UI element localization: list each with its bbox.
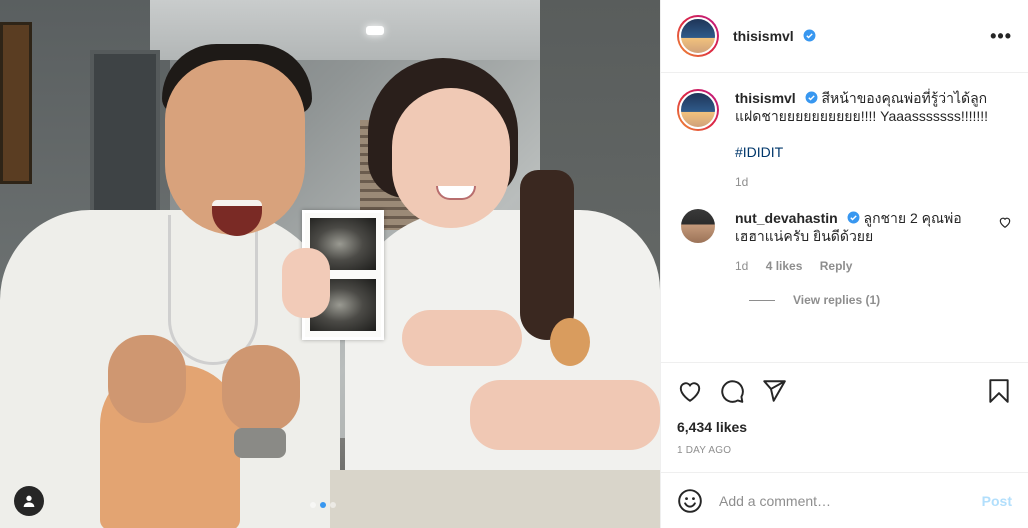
author-username[interactable]: thisismvl: [733, 28, 816, 44]
carousel-dot: [310, 502, 316, 508]
view-replies-label: View replies (1): [793, 293, 881, 307]
heart-icon[interactable]: [998, 215, 1012, 229]
comment-meta: 1d 4 likes Reply: [735, 257, 965, 275]
carousel-dot: [330, 502, 336, 508]
user-tag-icon: [23, 495, 35, 507]
comment-body: nut_devahastin ลูกชาย 2 คุณพ่อเฮฮาแน่ครั…: [735, 209, 965, 275]
verified-icon: [805, 91, 818, 104]
commenter-avatar[interactable]: [681, 209, 715, 243]
post-timestamp[interactable]: 1 DAY AGO: [677, 445, 1012, 456]
replies-divider: [749, 299, 775, 301]
verified-icon: [847, 211, 860, 224]
comments-list: thisismvl สีหน้าของคุณพ่อที่รู้ว่าได้ลูก…: [661, 73, 1028, 362]
comment-item: nut_devahastin ลูกชาย 2 คุณพ่อเฮฮาแน่ครั…: [677, 209, 1012, 275]
hand-holding-scan: [282, 248, 330, 318]
post-header: thisismvl •••: [661, 0, 1028, 73]
action-icons: [677, 375, 1012, 407]
comment-likes[interactable]: 4 likes: [766, 259, 803, 273]
woman-arm: [470, 380, 660, 450]
photo-bg-light: [366, 26, 384, 35]
post-sidebar: thisismvl ••• thisismvl สีหน้าของคุณพ่อท…: [660, 0, 1028, 528]
likes-count[interactable]: 6,434 likes: [677, 419, 1012, 435]
man-fist-left: [108, 335, 186, 423]
comment-time[interactable]: 1d: [735, 259, 748, 273]
comment-composer: Post: [661, 472, 1028, 528]
reply-button[interactable]: Reply: [820, 259, 853, 273]
woman-face: [392, 88, 510, 228]
post-button[interactable]: Post: [982, 493, 1012, 509]
share-icon[interactable]: [761, 378, 787, 404]
woman-legs: [330, 470, 660, 528]
verified-icon: [803, 29, 816, 42]
woman-pointing-hand: [402, 310, 522, 366]
user-tag-button[interactable]: [14, 486, 44, 516]
caption: thisismvl สีหน้าของคุณพ่อที่รู้ว่าได้ลูก…: [677, 89, 1012, 191]
view-replies-button[interactable]: View replies (1): [749, 293, 1012, 307]
more-icon[interactable]: •••: [990, 26, 1012, 47]
caption-avatar[interactable]: [677, 89, 719, 131]
shirt-badge: [550, 318, 590, 366]
heart-icon[interactable]: [677, 378, 703, 404]
carousel-dot: [320, 502, 326, 508]
caption-meta: 1d: [735, 173, 1012, 191]
comment-icon[interactable]: [719, 378, 745, 404]
bookmark-icon[interactable]: [986, 378, 1012, 404]
post-actions: 6,434 likes 1 DAY AGO: [661, 362, 1028, 472]
caption-body: thisismvl สีหน้าของคุณพ่อที่รู้ว่าได้ลูก…: [735, 89, 1012, 191]
post-photo[interactable]: [0, 0, 660, 528]
necklace: [168, 215, 258, 365]
comment-input[interactable]: [719, 492, 982, 509]
author-avatar[interactable]: [677, 15, 719, 57]
caption-username[interactable]: thisismvl: [735, 90, 796, 106]
photo-bg-frame: [0, 22, 32, 184]
man-fist-right: [222, 345, 300, 433]
caption-time[interactable]: 1d: [735, 175, 748, 189]
carousel-indicator: [310, 502, 336, 508]
post-modal: thisismvl ••• thisismvl สีหน้าของคุณพ่อท…: [0, 0, 1028, 528]
watch: [234, 428, 286, 458]
woman-braid: [520, 170, 574, 340]
comment-username[interactable]: nut_devahastin: [735, 210, 838, 226]
emoji-icon[interactable]: [677, 488, 703, 514]
hashtag-link[interactable]: #IDIDIT: [735, 143, 1012, 161]
